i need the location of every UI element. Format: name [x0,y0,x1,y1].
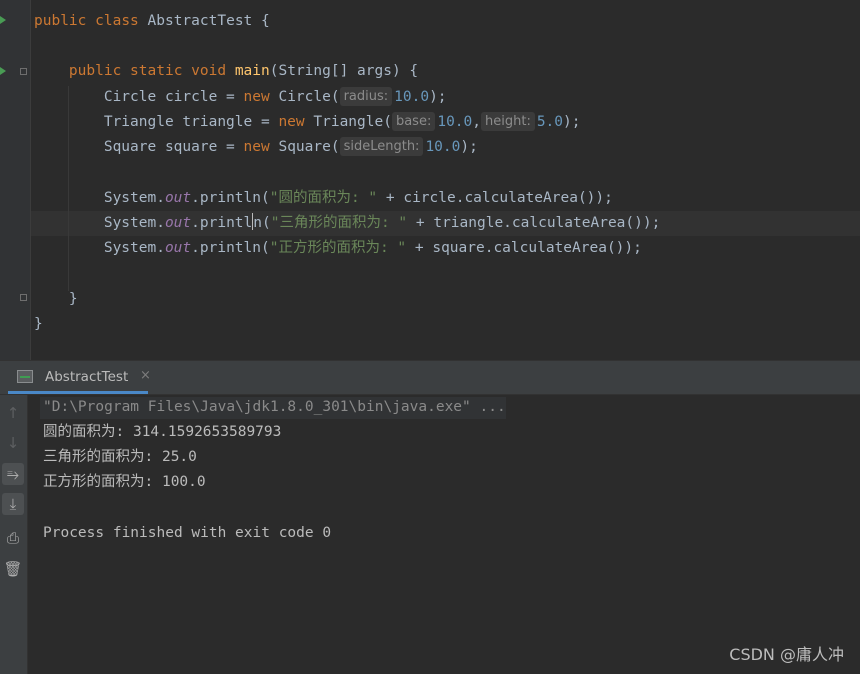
code-text: + triangle.calculateArea()); [407,215,661,231]
parameter-hint: sideLength: [339,137,424,156]
parameter-hint: height: [481,112,535,131]
number-literal: 10.0 [437,114,473,130]
brace: } [34,316,43,332]
static-field: out [164,240,192,256]
method-name: main [234,63,270,79]
editor-gutter [0,0,31,360]
console-output-line: 圆的面积为: 314.1592653589793 [43,424,282,440]
string-literal: "三角形的面积为: " [270,215,408,231]
keyword: public [68,63,122,79]
keyword: new [243,89,270,105]
code-line-close-class[interactable]: } [34,312,43,337]
active-tab-indicator [8,391,148,394]
code-text: Square square = [103,139,244,155]
console-exit-line: Process finished with exit code 0 [43,525,332,541]
run-toolbar: ↑ ↓ ⥱ ⤓ ⎙ 🗑 [0,395,28,674]
run-tab-label: AbstractTest [45,369,129,385]
static-field: out [164,190,192,206]
fold-icon[interactable] [20,294,27,301]
code-text: System. [103,240,165,256]
code-line-circle[interactable]: Circle circle = new Circle(radius: 10.0); [34,85,447,110]
keyword: static [130,63,183,79]
keyword: new [278,114,305,130]
console-output-line: 正方形的面积为: 100.0 [43,474,206,490]
trash-icon[interactable]: 🗑 [2,558,24,580]
static-field: out [164,215,192,231]
code-text: .println( [191,240,270,256]
code-text: ); [429,89,447,105]
code-text: n( [253,215,271,231]
code-line-triangle[interactable]: Triangle triangle = new Triangle(base: 10… [34,110,581,135]
run-tool-header: AbstractTest × [0,361,860,395]
close-icon[interactable]: × [140,368,151,383]
code-text: ); [460,139,478,155]
code-line-main-declaration[interactable]: public static void main(String[] args) { [34,59,418,84]
code-line-println-square[interactable]: System.out.println("正方形的面积为: " + square.… [34,236,642,261]
code-line-println-triangle[interactable]: System.out.println("三角形的面积为: " + triangl… [34,211,660,236]
soft-wrap-icon[interactable]: ⥱ [2,463,24,485]
code-text: .println( [191,190,270,206]
class-name: AbstractTest [147,13,253,29]
code-text: .printl [191,215,253,231]
parameter-hint: radius: [339,87,393,106]
string-literal: "正方形的面积为: " [269,240,407,256]
print-icon[interactable]: ⎙ [2,527,24,549]
code-text: , [472,114,481,130]
console-output-line: 三角形的面积为: 25.0 [43,449,197,465]
run-config-icon [17,370,33,383]
keyword: class [95,13,139,29]
run-tab-abstracttest[interactable]: AbstractTest × [0,361,151,394]
code-text: + circle.calculateArea()); [377,190,613,206]
code-text: Circle circle = [103,89,244,105]
code-line-println-circle[interactable]: System.out.println("圆的面积为: " + circle.ca… [34,186,613,211]
fold-icon[interactable] [20,68,27,75]
number-literal: 5.0 [536,114,564,130]
code-line-square[interactable]: Square square = new Square(sideLength: 10… [34,135,478,160]
code-text: Triangle( [304,114,392,130]
number-literal: 10.0 [425,139,461,155]
keyword: public [34,13,87,29]
scroll-to-end-icon[interactable]: ⤓ [2,493,24,515]
watermark: CSDN @庸人冲 [729,645,844,664]
code-editor[interactable]: public class AbstractTest { public stati… [0,0,860,360]
parameter-hint: base: [391,112,436,131]
run-tool-window: AbstractTest × ↑ ↓ ⥱ ⤓ ⎙ 🗑 "D:\Program F… [0,360,860,674]
code-text: ); [563,114,581,130]
arrow-down-icon[interactable]: ↓ [2,432,24,454]
code-text: System. [103,215,165,231]
keyword: void [191,63,227,79]
brace: { [261,13,270,29]
code-text: Circle( [269,89,340,105]
brace: } [68,291,78,307]
keyword: new [243,139,270,155]
method-params: (String[] args) { [269,63,419,79]
code-text: System. [103,190,165,206]
console-command-line[interactable]: "D:\Program Files\Java\jdk1.8.0_301\bin\… [43,395,506,420]
code-text: Triangle triangle = [103,114,279,130]
arrow-up-icon[interactable]: ↑ [2,402,24,424]
code-text: Square( [269,139,340,155]
code-line-close-method[interactable]: } [34,287,78,312]
number-literal: 10.0 [394,89,430,105]
run-class-icon[interactable] [0,16,6,24]
code-text: + square.calculateArea()); [406,240,642,256]
string-literal: "圆的面积为: " [269,190,378,206]
code-line-class-declaration[interactable]: public class AbstractTest { [34,9,270,34]
run-main-icon[interactable] [0,67,6,75]
